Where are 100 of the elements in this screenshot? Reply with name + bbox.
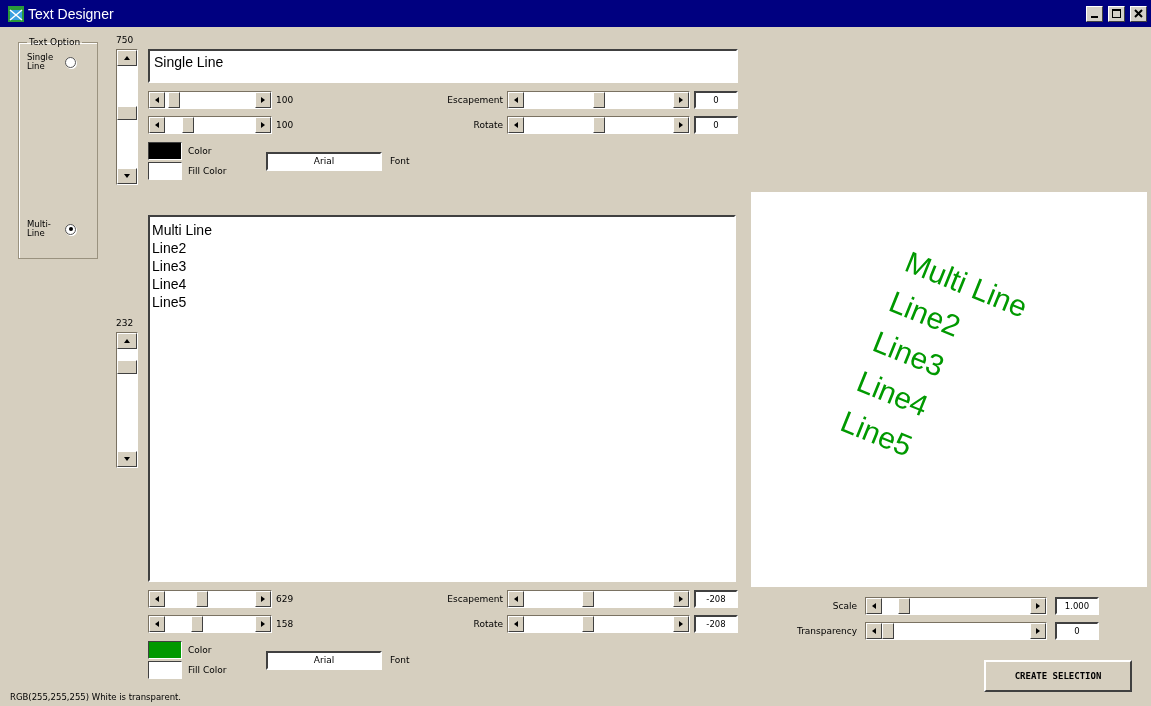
scroll-left-button[interactable] [149,591,165,607]
value-field[interactable]: 1.000 [1055,597,1099,615]
scrollbar-thumb[interactable] [182,117,195,133]
right-triangle-icon [678,122,684,128]
scroll-up-button[interactable] [117,333,137,349]
minimize-button[interactable] [1086,5,1103,22]
scroll-right-button[interactable] [255,591,271,607]
fill-color-label: Fill Color [188,665,227,675]
scroll-up-button[interactable] [117,50,137,66]
font-field[interactable]: Arial [266,650,382,670]
left-triangle-icon [513,122,519,128]
multi-line-field[interactable]: Multi Line Line2 Line3 Line4 Line5 [148,215,736,582]
group-title: Text Option [28,37,82,47]
scroll-down-button[interactable] [117,451,137,467]
slider-label: Rotate [473,120,503,130]
horizontal-scrollbar[interactable] [507,91,690,109]
maximize-button[interactable] [1108,5,1125,22]
scroll-right-button[interactable] [255,117,271,133]
right-triangle-icon [260,596,266,602]
horizontal-scrollbar[interactable] [148,91,272,109]
scroll-reading: 232 [116,318,134,328]
scrollbar-thumb[interactable] [581,616,594,632]
scrollbar-thumb[interactable] [592,92,605,108]
scroll-left-button[interactable] [149,92,165,108]
color-label: Color [188,146,212,156]
scroll-right-button[interactable] [673,92,689,108]
radio-button[interactable] [65,223,76,235]
slider-reading: 629 [276,594,295,604]
vertical-scrollbar[interactable] [116,332,138,468]
scroll-right-button[interactable] [673,117,689,133]
scrollbar-thumb[interactable] [190,616,203,632]
scrollbar-thumb[interactable] [882,623,894,639]
scroll-left-button[interactable] [149,117,165,133]
close-icon [1134,9,1143,18]
scroll-left-button[interactable] [508,117,524,133]
scroll-right-button[interactable] [1030,623,1046,639]
scroll-right-button[interactable] [673,616,689,632]
horizontal-scrollbar[interactable] [148,590,272,608]
left-triangle-icon [513,97,519,103]
fill-color-swatch[interactable] [148,162,182,180]
scrollbar-thumb[interactable] [196,591,209,607]
font-field[interactable]: Arial [266,151,382,171]
left-triangle-icon [871,628,877,634]
scrollbar-thumb[interactable] [168,92,181,108]
scroll-left-button[interactable] [508,591,524,607]
radio-button[interactable] [65,56,76,68]
scroll-right-button[interactable] [673,591,689,607]
right-triangle-icon [678,596,684,602]
slider-reading: 158 [276,619,295,629]
single-line-field[interactable]: Single Line [148,49,738,83]
down-triangle-icon [124,173,130,179]
right-triangle-icon [260,621,266,627]
slider-label: Escapement [447,95,503,105]
status-text: RGB(255,255,255) White is transparent. [10,692,183,702]
scrollbar-thumb[interactable] [581,591,594,607]
right-triangle-icon [260,97,266,103]
horizontal-scrollbar[interactable] [507,615,690,633]
app-icon [8,5,24,22]
scroll-left-button[interactable] [866,598,882,614]
up-triangle-icon [124,55,130,61]
fill-color-swatch[interactable] [148,661,182,679]
scroll-right-button[interactable] [1030,598,1046,614]
slider-label: Scale [832,601,857,611]
horizontal-scrollbar[interactable] [148,615,272,633]
minimize-icon [1091,15,1098,18]
color-swatch[interactable] [148,142,182,160]
value-field[interactable]: 0 [694,91,738,109]
scroll-left-button[interactable] [149,616,165,632]
left-triangle-icon [154,122,160,128]
value-field[interactable]: 0 [694,116,738,134]
left-triangle-icon [513,596,519,602]
scrollbar-thumb[interactable] [898,598,911,614]
option-label: Multi-Line [27,220,52,238]
horizontal-scrollbar[interactable] [507,590,690,608]
slider-label: Escapement [447,594,503,604]
scroll-right-button[interactable] [255,616,271,632]
maximize-icon [1112,9,1121,18]
scroll-right-button[interactable] [255,92,271,108]
right-triangle-icon [678,97,684,103]
scroll-left-button[interactable] [866,623,882,639]
horizontal-scrollbar[interactable] [865,597,1047,615]
scrollbar-thumb[interactable] [117,359,137,374]
value-field[interactable]: -208 [694,615,738,633]
scroll-down-button[interactable] [117,168,137,184]
scroll-left-button[interactable] [508,92,524,108]
scroll-left-button[interactable] [508,616,524,632]
color-label: Color [188,645,212,655]
option-label: Single Line [27,53,55,71]
color-swatch[interactable] [148,641,182,659]
value-field[interactable]: -208 [694,590,738,608]
left-triangle-icon [871,603,877,609]
horizontal-scrollbar[interactable] [148,116,272,134]
horizontal-scrollbar[interactable] [507,116,690,134]
scrollbar-thumb[interactable] [117,105,137,120]
create-selection-button[interactable]: CREATE SELECTION [984,660,1132,692]
close-button[interactable] [1130,5,1147,22]
scrollbar-thumb[interactable] [592,117,605,133]
vertical-scrollbar[interactable] [116,49,138,185]
value-field[interactable]: 0 [1055,622,1099,640]
horizontal-scrollbar[interactable] [865,622,1047,640]
